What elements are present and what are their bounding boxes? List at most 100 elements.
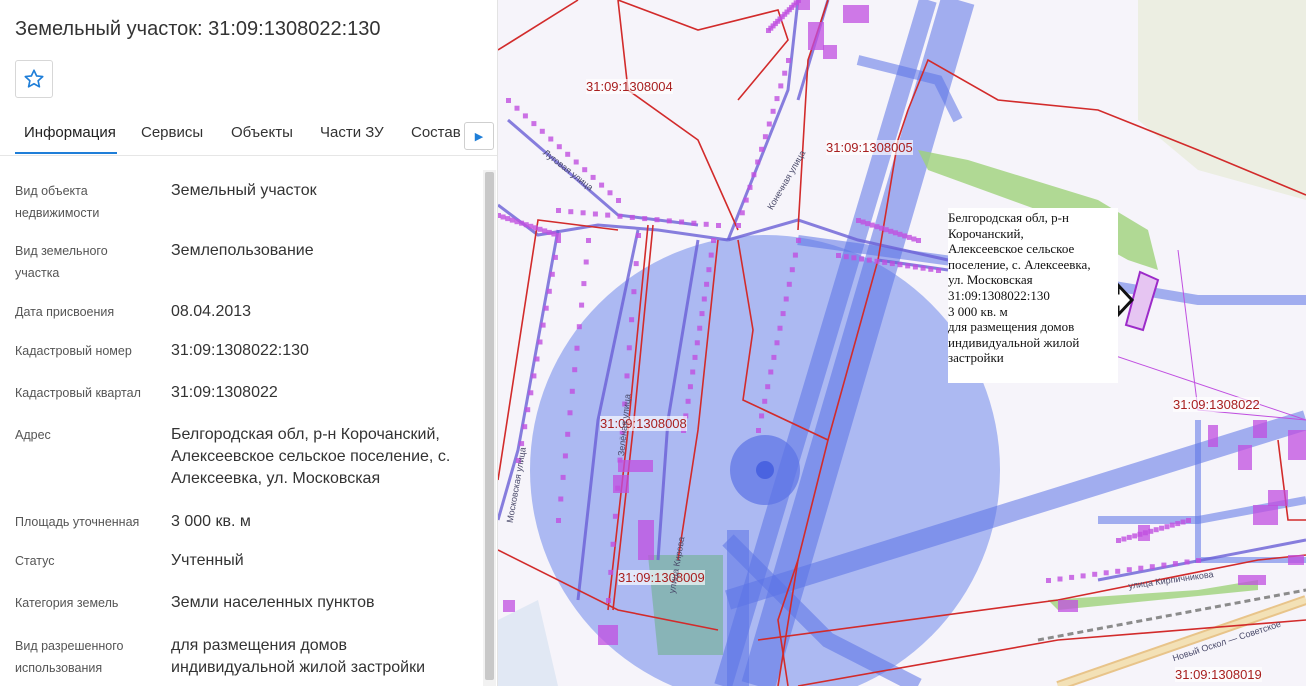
house-dot (762, 134, 768, 140)
house-dot (542, 228, 548, 234)
house-dot (592, 211, 598, 217)
tab-parts[interactable]: Части ЗУ (320, 124, 384, 141)
house-dot (631, 289, 637, 295)
house-dot (778, 83, 784, 89)
property-label: Вид земельного участка (15, 244, 108, 280)
cadastral-map[interactable]: 31:09:1308004 31:09:1308005 31:09:130800… (498, 0, 1306, 686)
house-dot (704, 281, 710, 287)
tab-objects[interactable]: Объекты (231, 124, 293, 141)
house-dot (528, 223, 534, 229)
house-dot (548, 136, 554, 142)
popup-line: индивидуальной жилой (948, 334, 1080, 350)
property-label: Статус (15, 554, 55, 568)
house-dot (537, 226, 543, 232)
favorite-button[interactable] (15, 60, 53, 98)
property-value: 08.04.2013 (171, 303, 252, 320)
house-dot (756, 428, 761, 433)
house-dot (608, 569, 614, 575)
house-dot (546, 288, 552, 294)
house-dot (626, 345, 632, 351)
house-dot (679, 219, 685, 225)
house-dot (743, 197, 749, 203)
house-dot (836, 253, 841, 258)
house-dot (771, 354, 777, 360)
house-dot (1169, 522, 1175, 528)
house-dot (1069, 574, 1075, 580)
house-dot (701, 296, 707, 302)
house-dot (897, 231, 903, 237)
building (1058, 600, 1078, 612)
house-dot (540, 322, 546, 328)
house-dot (522, 113, 528, 119)
house-dot (514, 219, 520, 225)
house-dot (568, 209, 574, 215)
house-dot (1137, 531, 1143, 537)
house-dot (851, 255, 857, 261)
house-dot (874, 224, 880, 230)
house-dot (708, 252, 714, 258)
quarter-label: 31:09:1308008 (600, 416, 687, 431)
house-dot (556, 238, 561, 243)
house-dot (666, 218, 672, 224)
house-dot (580, 210, 586, 216)
house-dot (1186, 518, 1191, 523)
house-dot (902, 233, 908, 239)
house-dot (551, 231, 557, 237)
tab-services[interactable]: Сервисы (141, 124, 203, 141)
house-dot (583, 259, 589, 265)
house-dot (697, 325, 703, 331)
house-dot (636, 233, 641, 238)
page-title: Земельный участок: 31:09:1308022:130 (15, 18, 381, 40)
house-dot (569, 388, 575, 394)
house-dot (789, 267, 795, 273)
house-dot (774, 96, 780, 102)
house-dot (736, 223, 741, 228)
house-dot (869, 222, 875, 228)
house-dot (882, 259, 888, 265)
house-dot (531, 373, 537, 379)
house-dot (629, 214, 635, 220)
building (503, 600, 515, 612)
house-dot (582, 167, 588, 173)
house-dot (774, 340, 780, 346)
building (808, 22, 824, 50)
house-dot (525, 407, 531, 413)
building (618, 460, 653, 472)
house-dot (892, 230, 898, 236)
property-value: Землепользование (171, 242, 314, 259)
tab-composition[interactable]: Состав (411, 124, 461, 141)
active-tab-indicator (15, 152, 117, 154)
tabs-next-button[interactable]: ▶ (464, 122, 494, 150)
house-dot (549, 271, 555, 277)
panel-scrollbar[interactable] (483, 170, 496, 686)
quarter-boundary (498, 0, 579, 51)
house-dot (1103, 570, 1109, 576)
house-dot (576, 324, 582, 330)
house-dot (537, 339, 543, 345)
property-value: Земли населенных пунктов (171, 594, 375, 611)
house-dot (556, 233, 561, 238)
house-dot (883, 227, 889, 233)
house-dot (523, 222, 529, 228)
house-dot (586, 238, 591, 243)
house-dot (783, 296, 789, 302)
house-dot (1115, 568, 1121, 574)
chevron-right-icon: ▶ (474, 130, 484, 143)
house-dot (859, 256, 865, 262)
house-dot (519, 220, 525, 226)
property-label: Категория земель (15, 596, 119, 610)
popup-line: для размещения домов (948, 319, 1075, 335)
house-dot (500, 214, 506, 220)
house-dot (599, 182, 605, 188)
property-value: 31:09:1308022:130 (171, 342, 309, 359)
house-dot (1172, 561, 1178, 567)
tab-information[interactable]: Информация (24, 124, 116, 141)
scrollbar-thumb[interactable] (485, 172, 494, 680)
property-label: Вид объекта недвижимости (15, 184, 100, 220)
house-dot (768, 369, 774, 375)
house-dot (633, 261, 639, 267)
house-dot (543, 305, 549, 311)
quarter-label: 31:09:1308019 (1175, 667, 1262, 682)
building (1208, 425, 1218, 447)
house-dot (612, 513, 618, 519)
